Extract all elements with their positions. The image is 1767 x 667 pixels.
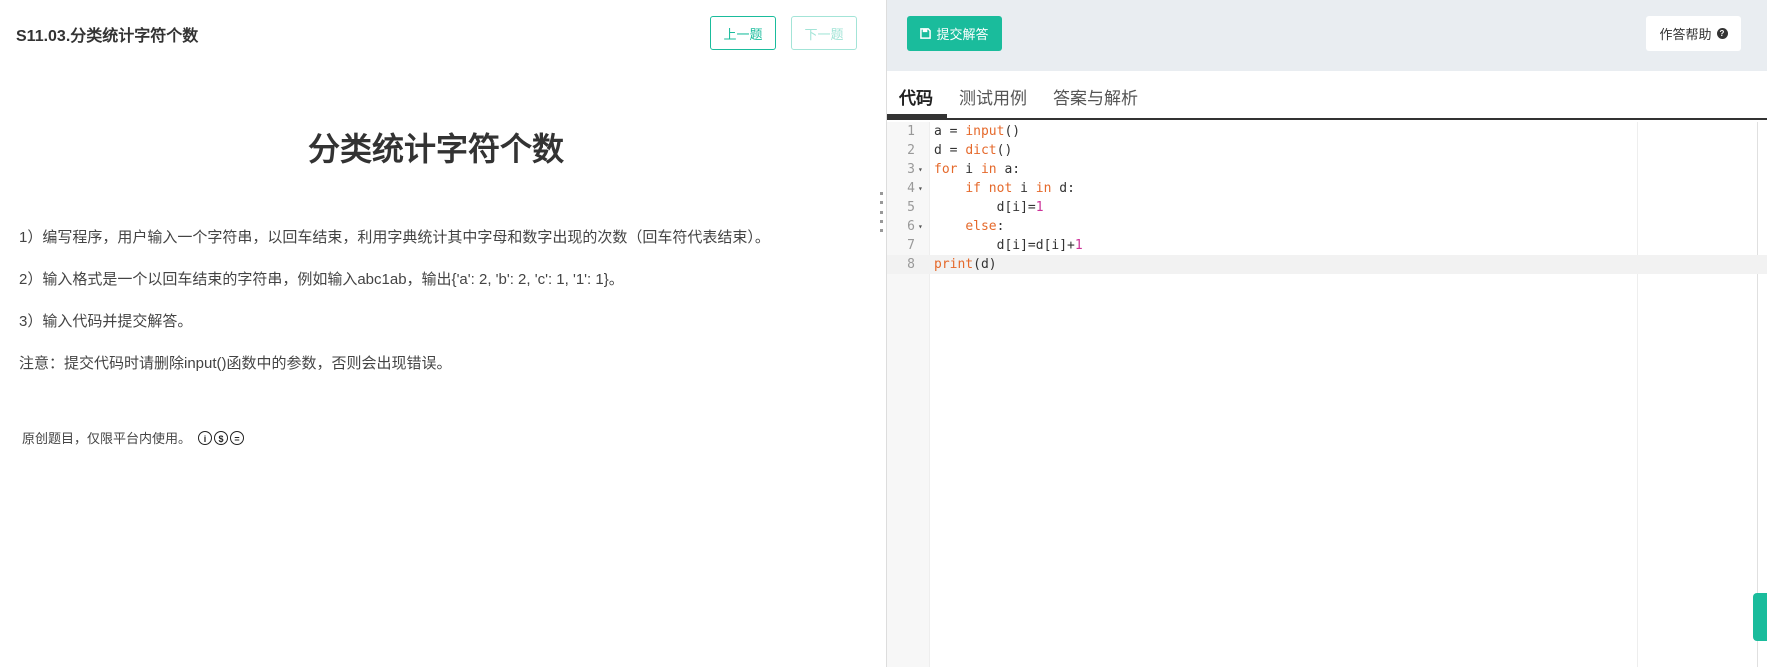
code-text: for i in a: [934,162,1021,177]
code-text: d = dict() [934,143,1013,158]
problem-panel: S11.03.分类统计字符个数 上一题 下一题 分类统计字符个数 1）编写程序，… [0,0,886,667]
line-number: 7 [907,238,915,253]
fold-toggle-icon[interactable]: ▾ [918,160,923,179]
submit-answer-label: 提交解答 [936,27,989,42]
active-tab-indicator [887,114,947,118]
prev-problem-button[interactable]: 上一题 [710,16,776,50]
code-line[interactable]: 4 ▾ if not i in d: [887,179,1767,198]
answer-help-label: 作答帮助 [1659,27,1712,42]
editor-toolbar: 提交解答 作答帮助 ? [887,0,1767,71]
cc-nd-icon: = [230,430,245,445]
panel-resize-handle[interactable] [880,192,884,232]
code-line[interactable]: 1 a = input() [887,122,1767,141]
code-text: d[i]=1 [934,200,1044,215]
next-problem-button[interactable]: 下一题 [791,16,857,50]
tab-test-cases[interactable]: 测试用例 [959,84,1027,109]
line-number: 3 [907,162,915,177]
code-text: print(d) [934,257,997,272]
problem-paragraph: 3）输入代码并提交解答。 [19,313,193,330]
code-text: a = input() [934,124,1021,139]
editor-tabs: 代码 测试用例 答案与解析 [887,71,1767,120]
floating-side-tab[interactable] [1753,593,1767,641]
line-number: 1 [907,124,915,139]
code-line-active[interactable]: 8 print(d) [887,255,1767,274]
line-number: 6 [907,219,915,234]
problem-paragraph: 1）编写程序，用户输入一个字符串，以回车结束，利用字典统计其中字母和数字出现的次… [19,229,770,246]
cc-nc-icon: $ [214,430,229,445]
submit-answer-button[interactable]: 提交解答 [907,16,1002,51]
line-number: 5 [907,200,915,215]
line-number: 4 [907,181,915,196]
fold-toggle-icon[interactable]: ▾ [918,217,923,236]
code-line[interactable]: 2 d = dict() [887,141,1767,160]
tab-code[interactable]: 代码 [899,84,933,109]
question-circle-icon: ? [1716,28,1728,39]
code-panel: 提交解答 作答帮助 ? 代码 测试用例 答案与解析 1 a = input() … [886,0,1767,667]
fold-toggle-icon[interactable]: ▾ [918,179,923,198]
source-note-text: 原创题目，仅限平台内使用。 [22,431,192,446]
code-text: if not i in d: [965,181,1075,196]
code-text: else: [965,219,1005,234]
code-line[interactable]: 6 ▾ else: [887,217,1767,236]
code-line[interactable]: 3 ▾ for i in a: [887,160,1767,179]
line-number: 8 [907,257,915,272]
cc-by-icon: i [198,430,213,445]
code-editor[interactable]: 1 a = input() 2 d = dict() 3 ▾ for i in … [887,122,1767,667]
save-icon [920,28,932,39]
answer-help-button[interactable]: 作答帮助 ? [1646,16,1741,51]
code-line[interactable]: 7 d[i]=d[i]+1 [887,236,1767,255]
tab-answer-analysis[interactable]: 答案与解析 [1053,84,1138,109]
problem-breadcrumb: S11.03.分类统计字符个数 [16,28,199,45]
line-number: 2 [907,143,915,158]
code-text: d[i]=d[i]+1 [934,238,1083,253]
source-note: 原创题目，仅限平台内使用。 i $ = [22,428,245,447]
code-line[interactable]: 5 d[i]=1 [887,198,1767,217]
problem-paragraph: 2）输入格式是一个以回车结束的字符串，例如输入abc1ab，输出{'a': 2,… [19,271,624,288]
license-icons[interactable]: i $ = [198,430,245,445]
problem-title: 分类统计字符个数 [307,131,564,167]
problem-note: 注意：提交代码时请删除input()函数中的参数，否则会出现错误。 [19,355,452,372]
